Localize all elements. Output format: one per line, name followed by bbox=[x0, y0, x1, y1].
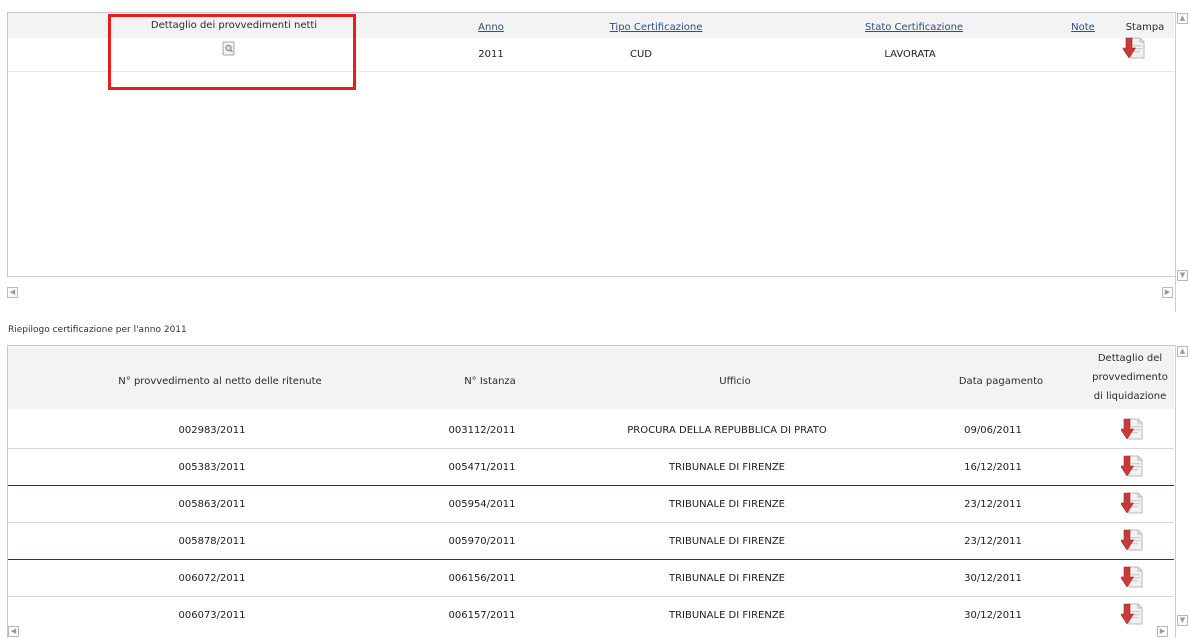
column-header-notes[interactable]: Note bbox=[1071, 22, 1095, 33]
column-header-year[interactable]: Anno bbox=[478, 22, 504, 33]
scroll-left-arrow[interactable]: ◀ bbox=[7, 287, 18, 298]
cell-payment-date: 09/06/2011 bbox=[964, 425, 1022, 436]
column-header-liquidation-detail: Dettaglio del provvedimento di liquidazi… bbox=[1092, 349, 1168, 406]
table-row: 005383/2011 005471/2011 TRIBUNALE DI FIR… bbox=[8, 449, 1174, 486]
column-header-cert-status[interactable]: Stato Certificazione bbox=[865, 22, 963, 33]
scroll-left-arrow[interactable]: ◀ bbox=[8, 626, 19, 637]
cell-provision: 006073/2011 bbox=[178, 610, 246, 621]
table-row: 006073/2011 006157/2011 TRIBUNALE DI FIR… bbox=[8, 597, 1174, 634]
cell-office: TRIBUNALE DI FIRENZE bbox=[668, 499, 786, 510]
highlight-annotation bbox=[108, 14, 356, 90]
column-header-office: Ufficio bbox=[719, 376, 751, 387]
cell-provision: 006072/2011 bbox=[178, 573, 246, 584]
cell-office: TRIBUNALE DI FIRENZE bbox=[668, 536, 786, 547]
pdf-download-icon[interactable] bbox=[1119, 565, 1143, 592]
cell-request: 006156/2011 bbox=[448, 573, 516, 584]
scroll-up-arrow[interactable]: ▲ bbox=[1177, 13, 1188, 24]
pdf-download-icon[interactable] bbox=[1119, 491, 1143, 518]
cell-office: TRIBUNALE DI FIRENZE bbox=[668, 610, 786, 621]
column-header-provision: N° provvedimento al netto delle ritenute bbox=[118, 376, 322, 387]
scroll-down-arrow[interactable]: ▼ bbox=[1177, 270, 1188, 281]
cell-payment-date: 30/12/2011 bbox=[964, 610, 1022, 621]
column-header-payment-date: Data pagamento bbox=[958, 376, 1044, 387]
cell-payment-date: 23/12/2011 bbox=[964, 536, 1022, 547]
vertical-scrollbar[interactable]: ▲ ▼ bbox=[1175, 12, 1189, 312]
column-header-liquidation-detail-line: provvedimento bbox=[1092, 372, 1168, 383]
cell-office: PROCURA DELLA REPUBBLICA DI PRATO bbox=[627, 425, 827, 436]
provisions-header-row: N° provvedimento al netto delle ritenute… bbox=[8, 346, 1174, 409]
cell-payment-date: 30/12/2011 bbox=[964, 573, 1022, 584]
cell-request: 006157/2011 bbox=[448, 610, 516, 621]
table-row: 006072/2011 006156/2011 TRIBUNALE DI FIR… bbox=[8, 560, 1174, 597]
table-row: 005863/2011 005954/2011 TRIBUNALE DI FIR… bbox=[8, 486, 1174, 523]
pdf-download-icon[interactable] bbox=[1121, 36, 1145, 63]
cell-payment-date: 16/12/2011 bbox=[964, 462, 1022, 473]
cell-year: 2011 bbox=[478, 49, 504, 60]
pdf-download-icon[interactable] bbox=[1119, 528, 1143, 555]
scroll-right-arrow[interactable]: ▶ bbox=[1157, 626, 1168, 637]
table-row: 002983/2011 003112/2011 PROCURA DELLA RE… bbox=[8, 412, 1174, 449]
cell-provision: 005863/2011 bbox=[178, 499, 246, 510]
column-header-liquidation-detail-line: Dettaglio del bbox=[1097, 353, 1163, 364]
cell-office: TRIBUNALE DI FIRENZE bbox=[668, 573, 786, 584]
scroll-down-arrow[interactable]: ▼ bbox=[1177, 615, 1188, 626]
cell-request: 005970/2011 bbox=[448, 536, 516, 547]
summary-title: Riepilogo certificazione per l'anno 2011 bbox=[8, 325, 187, 335]
cell-office: TRIBUNALE DI FIRENZE bbox=[668, 462, 786, 473]
column-header-liquidation-detail-line: di liquidazione bbox=[1093, 391, 1167, 402]
cell-request: 005954/2011 bbox=[448, 499, 516, 510]
cell-provision: 005878/2011 bbox=[178, 536, 246, 547]
cell-request: 005471/2011 bbox=[448, 462, 516, 473]
column-header-cert-type[interactable]: Tipo Certificazione bbox=[610, 22, 703, 33]
cell-payment-date: 23/12/2011 bbox=[964, 499, 1022, 510]
scroll-up-arrow[interactable]: ▲ bbox=[1177, 346, 1188, 357]
cell-provision: 005383/2011 bbox=[178, 462, 246, 473]
horizontal-scrollbar[interactable]: ◀ ▶ bbox=[7, 276, 1175, 312]
cell-provision: 002983/2011 bbox=[178, 425, 246, 436]
column-header-print: Stampa bbox=[1125, 22, 1165, 33]
cell-request: 003112/2011 bbox=[448, 425, 516, 436]
cell-cert-type: CUD bbox=[629, 49, 653, 60]
pdf-download-icon[interactable] bbox=[1119, 602, 1143, 629]
cell-cert-status: LAVORATA bbox=[884, 49, 936, 60]
vertical-scrollbar[interactable]: ▲ ▼ bbox=[1175, 345, 1189, 638]
table-row: 005878/2011 005970/2011 TRIBUNALE DI FIR… bbox=[8, 523, 1174, 560]
pdf-download-icon[interactable] bbox=[1119, 454, 1143, 481]
pdf-download-icon[interactable] bbox=[1119, 417, 1143, 444]
column-header-request: N° Istanza bbox=[464, 376, 516, 387]
scroll-right-arrow[interactable]: ▶ bbox=[1162, 287, 1173, 298]
